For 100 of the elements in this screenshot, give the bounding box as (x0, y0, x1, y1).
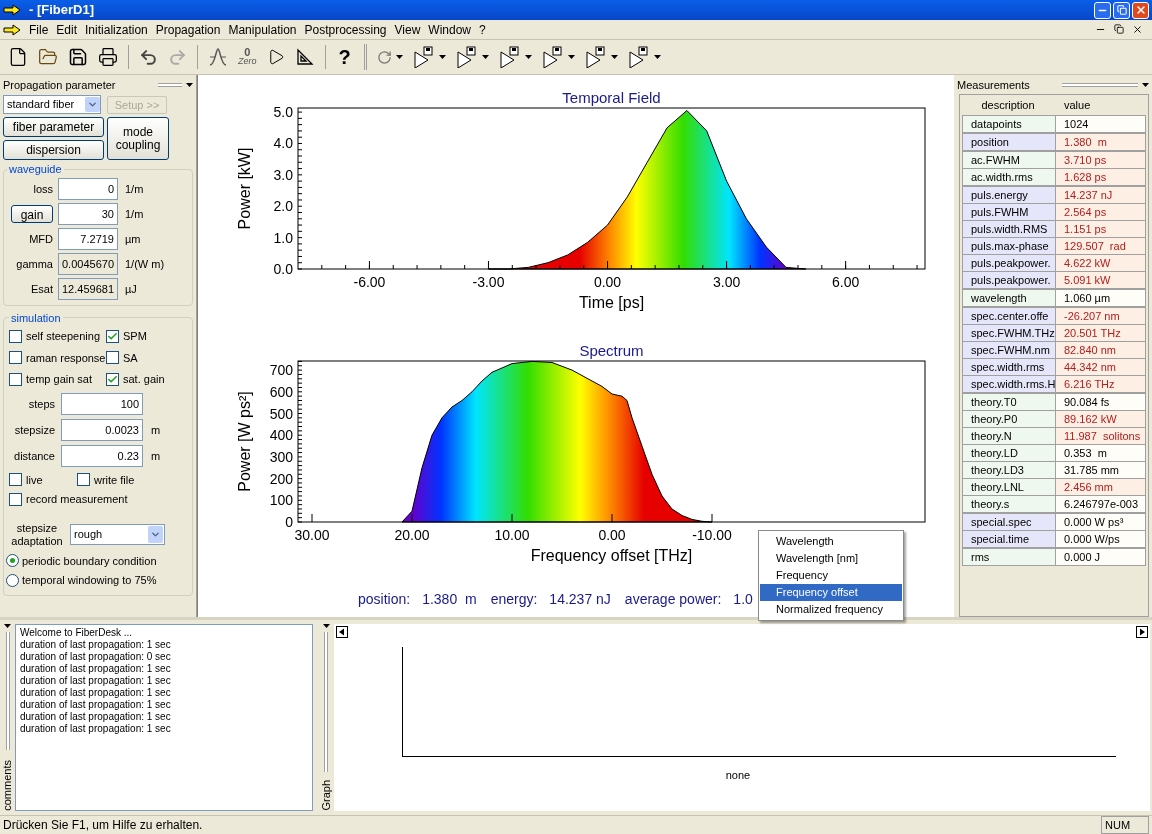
table-cell: 4.622 kW (1056, 255, 1145, 271)
table-cell: theory.LD3 (963, 462, 1055, 478)
scroll-left-icon[interactable] (336, 626, 348, 638)
help-button[interactable]: ? (335, 42, 354, 72)
fiber-type-select[interactable]: standard fiber (3, 95, 101, 114)
menu-item[interactable]: Initialization (81, 20, 152, 39)
menu-item[interactable]: Edit (52, 20, 82, 39)
triangle-ruler-icon[interactable] (294, 47, 315, 67)
adaptation-select[interactable]: rough (70, 524, 165, 545)
table-cell: 2.456 mm (1056, 479, 1145, 495)
menu-item[interactable]: ? (475, 20, 490, 39)
play-save-icon[interactable] (455, 46, 478, 68)
menu-item[interactable]: File (25, 20, 53, 39)
restore-button[interactable] (1113, 1, 1130, 19)
caret-icon[interactable] (438, 55, 446, 59)
menu-item[interactable]: Postprocessing (300, 20, 391, 39)
checkbox-label: temp gain sat (26, 372, 93, 387)
log-line: Welcome to FiberDesk ... (20, 627, 134, 639)
checkbox[interactable] (9, 351, 22, 365)
axis-label: Power [W ps²] (236, 391, 253, 492)
table-cell: wavelength (963, 290, 1055, 306)
input-field[interactable]: 0.23 (61, 445, 143, 467)
zero-button[interactable]: 0 Zero (238, 48, 257, 66)
gain-button[interactable]: gain (11, 205, 53, 223)
checkbox[interactable] (106, 372, 119, 386)
mode-coupling-button[interactable]: mode coupling (107, 117, 169, 160)
panel-button[interactable]: dispersion (3, 140, 104, 160)
dropdown-icon[interactable] (150, 529, 161, 540)
menu-item[interactable]: Normalized frequency (760, 601, 902, 618)
play-save-icon[interactable] (541, 46, 564, 68)
axis-tick-label: 600 (269, 383, 293, 400)
group-title: simulation (10, 310, 62, 326)
play-save-icon[interactable] (584, 46, 607, 68)
restore-icon[interactable] (1114, 24, 1124, 34)
checkbox-label: SA (123, 350, 138, 366)
input-field[interactable]: 0 (58, 178, 118, 200)
table-cell: 44.342 nm (1056, 359, 1145, 375)
table-cell: spec.width.rms (963, 359, 1055, 375)
document-icon (3, 23, 21, 36)
caret-icon[interactable] (524, 55, 532, 59)
table-cell: 14.237 nJ (1056, 187, 1145, 203)
menu-item[interactable]: Wavelength [nm] (760, 550, 902, 567)
panel-grip[interactable] (324, 632, 328, 772)
radio-label: temporal windowing to 75% (22, 573, 157, 588)
panel-grip[interactable] (5, 632, 10, 750)
menu-item[interactable]: Frequency offset (760, 584, 902, 601)
menu-item[interactable]: Manipulation (224, 20, 301, 39)
chart-title: Temporal Field (562, 89, 661, 106)
printer-icon[interactable] (98, 47, 118, 67)
save-icon[interactable] (68, 47, 88, 67)
checkbox[interactable] (9, 329, 22, 343)
checkbox-label: live (26, 472, 43, 488)
new-file-icon[interactable] (8, 47, 28, 67)
caret-icon[interactable] (395, 55, 403, 59)
panel-title: Graph (318, 780, 333, 811)
panel-grip[interactable] (1062, 83, 1138, 87)
caret-icon[interactable] (1142, 83, 1149, 87)
caret-icon[interactable] (322, 624, 330, 628)
input-field[interactable]: 7.2719 (58, 228, 118, 250)
peak-icon[interactable] (208, 47, 228, 67)
field-label: stepsize adaptation (10, 521, 64, 548)
caret-icon[interactable] (610, 55, 618, 59)
menu-item[interactable]: Propagation (151, 20, 225, 39)
radio-button[interactable] (6, 573, 19, 587)
input-field[interactable]: 100 (61, 393, 143, 415)
dropdown-icon[interactable] (87, 99, 98, 110)
caret-icon[interactable] (481, 55, 489, 59)
field-label: stepsize (13, 422, 55, 438)
input-field[interactable]: 0.0023 (61, 419, 143, 441)
play-save-icon[interactable] (498, 46, 521, 68)
caret-icon[interactable] (4, 624, 11, 628)
axis-tick-label: 2.0 (273, 198, 293, 215)
menu-item[interactable]: Window (424, 20, 476, 39)
panel-button[interactable]: fiber parameter (3, 117, 104, 137)
log-line: duration of last propagation: 1 sec (20, 639, 172, 651)
radio-button[interactable] (6, 554, 19, 568)
table-cell: 1.060 µm (1056, 290, 1145, 306)
menu-item[interactable]: Wavelength (760, 533, 902, 550)
menu-item[interactable]: View (390, 20, 425, 39)
checkbox[interactable] (106, 351, 119, 365)
input-field[interactable]: 30 (58, 203, 118, 225)
field-label: MFD (29, 231, 53, 247)
checkbox[interactable] (9, 372, 22, 386)
open-folder-icon[interactable] (38, 47, 58, 67)
play-save-icon[interactable] (627, 46, 650, 68)
play-save-icon[interactable] (412, 46, 435, 68)
caret-icon[interactable] (653, 55, 661, 59)
checkbox[interactable] (77, 473, 90, 487)
checkbox[interactable] (9, 492, 22, 506)
menu-item[interactable]: Frequency (760, 567, 902, 584)
scroll-right-icon[interactable] (1136, 626, 1148, 638)
checkbox[interactable] (106, 329, 119, 343)
undo-icon[interactable] (139, 47, 158, 67)
checkbox[interactable] (9, 473, 22, 487)
close-icon[interactable] (1132, 24, 1143, 35)
caret-icon[interactable] (186, 83, 193, 87)
table-cell: 1.628 ps (1056, 169, 1145, 185)
panel-grip[interactable] (158, 83, 182, 87)
caret-icon[interactable] (567, 55, 575, 59)
refresh-icon[interactable] (376, 49, 392, 65)
